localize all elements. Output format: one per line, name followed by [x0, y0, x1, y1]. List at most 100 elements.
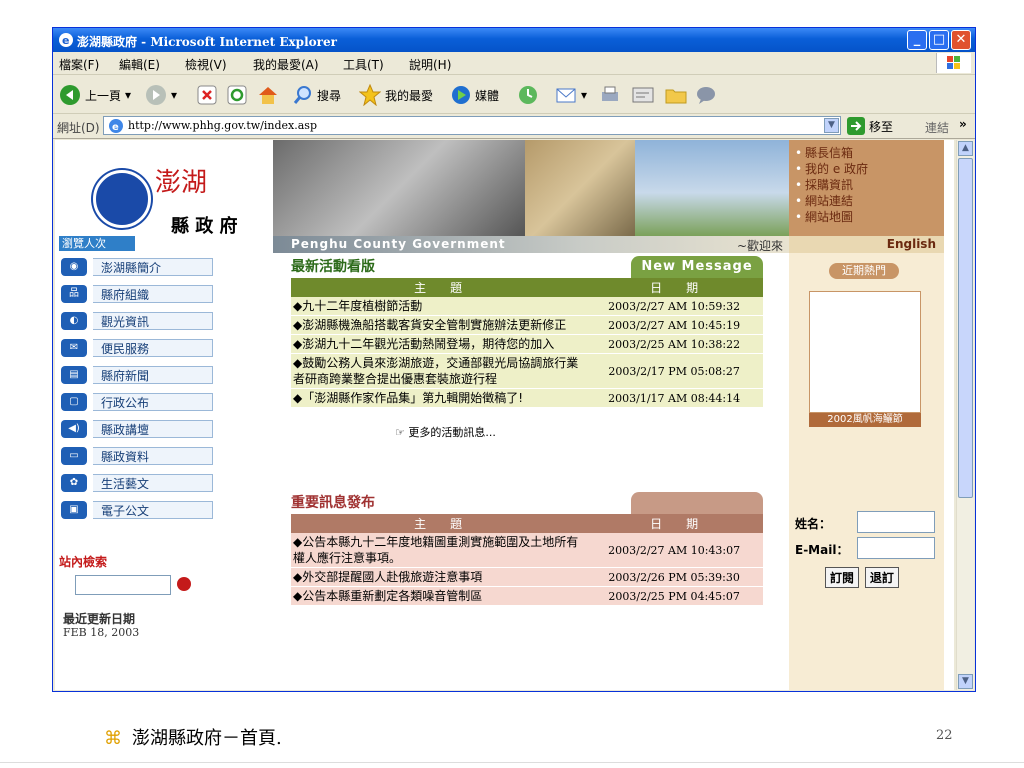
site-search-title: 站內檢索 [59, 555, 108, 569]
table-row[interactable]: ◆「澎湖縣作家作品集」第九輯開始徵稿了! 2003/1/17 AM 08:44:1… [291, 388, 763, 408]
name-input[interactable] [857, 511, 935, 533]
email-input[interactable] [857, 537, 935, 559]
site-search-button[interactable] [177, 577, 191, 591]
service-icon: ✉ [61, 339, 87, 357]
page-icon: e [109, 119, 123, 133]
table-row[interactable]: ◆公告本縣重新劃定各類噪音管制區 2003/2/25 PM 04:45:07 [291, 586, 763, 606]
slide-caption: ⌘ 澎湖縣政府－首頁. [104, 724, 282, 750]
go-button[interactable]: 移至 [847, 117, 893, 135]
back-button[interactable]: 上一頁 ▾ [59, 83, 131, 107]
links-label[interactable]: 連結 [925, 119, 949, 136]
menu-file[interactable]: 檔案(F) [59, 56, 99, 73]
link-procurement[interactable]: • 採購資訊 [795, 176, 868, 192]
scroll-up-icon[interactable]: ▲ [958, 141, 973, 156]
refresh-button[interactable] [227, 83, 247, 107]
table-row[interactable]: ◆公告本縣九十二年度地籍圖重測實施範圍及土地所有權人應行注意事項。 2003/2/… [291, 533, 763, 568]
edit-button[interactable] [631, 83, 655, 107]
folder-button[interactable] [665, 83, 687, 107]
forward-button[interactable]: ▾ [145, 83, 177, 107]
news-subject[interactable]: ◆「澎湖縣作家作品集」第九輯開始徵稿了! [291, 388, 586, 408]
address-input[interactable]: e http://www.phhg.gov.tw/index.asp ▼ [103, 116, 841, 135]
favorites-label: 我的最愛 [385, 88, 434, 103]
mail-button[interactable]: ▾ [555, 83, 587, 107]
chevron-down-icon[interactable]: ▾ [171, 88, 177, 102]
nav-item-announcements[interactable]: ▢ 行政公布 [59, 391, 219, 415]
english-link[interactable]: English [789, 236, 944, 253]
news-subject[interactable]: ◆九十二年度植樹節活動 [291, 297, 586, 316]
stop-button[interactable] [197, 83, 217, 107]
hot-topics-image[interactable] [809, 291, 921, 413]
home-button[interactable] [257, 83, 279, 107]
notice-subject[interactable]: ◆外交部提醒國人赴俄旅遊注意事項 [291, 567, 586, 587]
banner-photo-beach [525, 140, 635, 236]
link-my-egov[interactable]: • 我的 e 政府 [795, 160, 868, 176]
nav-item-tourism[interactable]: ◐ 觀光資訊 [59, 310, 219, 334]
news-board-title: 最新活動看版 [291, 259, 375, 275]
site-search-input[interactable] [75, 575, 171, 595]
link-mayor-mailbox[interactable]: • 縣長信箱 [795, 144, 868, 160]
link-site-map[interactable]: • 網站地圖 [795, 208, 868, 224]
favorites-button[interactable]: 我的最愛 [359, 83, 433, 107]
search-button[interactable]: 搜尋 [293, 83, 341, 107]
news-subject[interactable]: ◆澎湖九十二年觀光活動熱鬧登場，期待您的加入 [291, 334, 586, 354]
nav-label: 縣府新聞 [93, 366, 213, 384]
nav-item-arts[interactable]: ✿ 生活藝文 [59, 472, 219, 496]
notice-subject[interactable]: ◆公告本縣重新劃定各類噪音管制區 [291, 586, 586, 606]
news-subject[interactable]: ◆澎湖縣機漁船搭載客貨安全管制實施辦法更新修正 [291, 315, 586, 335]
hot-topics-caption[interactable]: 2002風帆海鱺節 [809, 413, 921, 427]
banner-photo-officials [273, 140, 525, 236]
toolbar: 上一頁 ▾ ▾ 搜尋 我的最愛 媒體 ▾ [53, 75, 975, 114]
slide-page-number: 22 [936, 728, 953, 743]
menu-tools[interactable]: 工具(T) [343, 56, 384, 73]
address-dropdown-icon[interactable]: ▼ [824, 118, 839, 133]
nav-item-services[interactable]: ✉ 便民服務 [59, 337, 219, 361]
more-news-link[interactable]: ☞ 更多的活動訊息... [395, 424, 496, 440]
printer-icon [602, 86, 618, 101]
table-row[interactable]: ◆九十二年度植樹節活動 2003/2/27 AM 10:59:32 [291, 297, 763, 316]
title-bar[interactable]: e 澎湖縣政府 - Microsoft Internet Explorer _ … [53, 28, 975, 52]
link-site-links[interactable]: • 網站連結 [795, 192, 868, 208]
chevron-down-icon[interactable]: ▾ [125, 88, 131, 102]
nav-item-edocs[interactable]: ▣ 電子公文 [59, 499, 219, 523]
table-row[interactable]: ◆外交部提醒國人赴俄旅遊注意事項 2003/2/26 PM 05:39:30 [291, 567, 763, 587]
subscribe-button[interactable]: 訂閱 [825, 567, 860, 588]
news-date: 2003/2/25 AM 10:38:22 [585, 334, 763, 354]
nav-label: 行政公布 [93, 393, 213, 411]
media-button[interactable]: 媒體 [451, 83, 499, 107]
browser-window: e 澎湖縣政府 - Microsoft Internet Explorer _ … [52, 27, 976, 692]
menu-favorites[interactable]: 我的最愛(A) [253, 56, 319, 73]
vertical-scrollbar[interactable]: ▲ ▼ [956, 140, 974, 690]
nav-item-organization[interactable]: 品縣府組織 [59, 283, 219, 307]
news-icon: ▤ [61, 366, 87, 384]
svg-text:e: e [112, 122, 119, 133]
nav-item-forum[interactable]: ◀) 縣政講壇 [59, 418, 219, 442]
table-row[interactable]: ◆鼓勵公務人員來澎湖旅遊，交通部觀光局協調旅行業者研商跨業整合提出優惠套裝旅遊行… [291, 353, 763, 389]
menu-edit[interactable]: 編輯(E) [119, 56, 160, 73]
column-header-date: 日 期 [585, 278, 763, 297]
scroll-thumb[interactable] [958, 158, 973, 498]
menu-view[interactable]: 檢視(V) [185, 56, 227, 73]
unsubscribe-button[interactable]: 退訂 [864, 567, 899, 588]
nav-item-intro[interactable]: ◉ 澎湖縣簡介 [59, 256, 219, 280]
print-button[interactable] [599, 83, 621, 107]
scroll-down-icon[interactable]: ▼ [958, 674, 973, 689]
menu-help[interactable]: 說明(H) [409, 56, 451, 73]
close-button[interactable]: ✕ [951, 30, 971, 50]
nav-item-news[interactable]: ▤ 縣府新聞 [59, 364, 219, 388]
notice-subject[interactable]: ◆公告本縣九十二年度地籍圖重測實施範圍及土地所有權人應行注意事項。 [291, 533, 586, 568]
minimize-button[interactable]: _ [907, 30, 927, 50]
left-column: 澎湖 縣 政 府 瀏覽人次 ◉ 澎湖縣簡介 品縣府組織 ◐ 觀光資訊 ✉ 便民服務 ▤… [55, 140, 270, 690]
news-subject[interactable]: ◆鼓勵公務人員來澎湖旅遊，交通部觀光局協調旅行業者研商跨業整合提出優惠套裝旅遊行… [291, 353, 586, 389]
messenger-button[interactable] [695, 83, 717, 107]
address-url: http://www.phhg.gov.tw/index.asp [128, 119, 317, 132]
stop-icon [197, 85, 217, 105]
notice-date: 2003/2/26 PM 05:39:30 [585, 567, 763, 587]
table-row[interactable]: ◆澎湖縣機漁船搭載客貨安全管制實施辦法更新修正 2003/2/27 AM 10:4… [291, 315, 763, 335]
chevron-down-icon[interactable]: ▾ [581, 88, 587, 102]
news-date: 2003/2/27 AM 10:45:19 [585, 315, 763, 335]
nav-item-data[interactable]: ▭ 縣政資料 [59, 445, 219, 469]
table-row[interactable]: ◆澎湖九十二年觀光活動熱鬧登場，期待您的加入 2003/2/25 AM 10:38… [291, 334, 763, 354]
maximize-button[interactable]: □ [929, 30, 949, 50]
chevron-right-icon[interactable]: » [959, 117, 967, 131]
history-button[interactable] [517, 83, 539, 107]
